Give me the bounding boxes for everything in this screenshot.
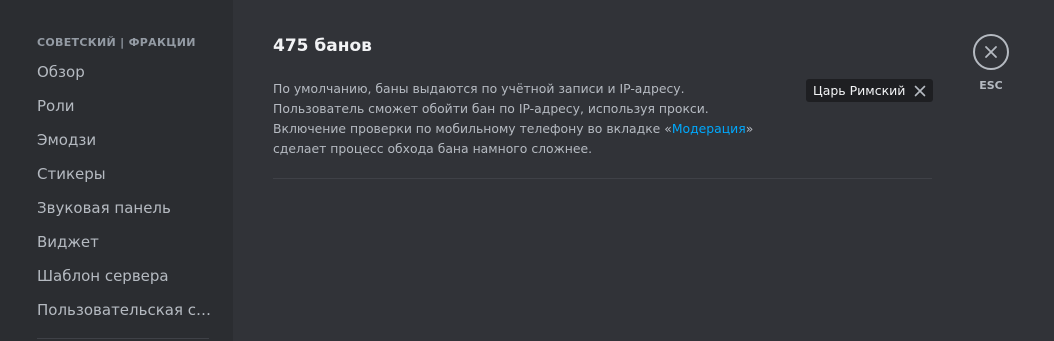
ban-tag-label: Царь Римский [813, 83, 906, 98]
sidebar-item-overview[interactable]: Обзор [29, 56, 213, 90]
sidebar-divider [37, 338, 209, 339]
server-settings-window: СОВЕТСКИЙ | ФРАКЦИИ Обзор Роли Эмодзи Ст… [0, 0, 1054, 341]
close-icon[interactable] [913, 84, 927, 98]
sidebar-item-widget[interactable]: Виджет [29, 226, 213, 260]
description-text-start: По умолчанию, баны выдаются по учётной з… [273, 81, 709, 136]
bans-description: По умолчанию, баны выдаются по учётной з… [273, 79, 773, 159]
sidebar-item-emoji[interactable]: Эмодзи [29, 124, 213, 158]
close-icon [984, 45, 998, 59]
sidebar-item-custom-link[interactable]: Пользовательская сс... [29, 294, 213, 328]
sidebar-item-stickers[interactable]: Стикеры [29, 158, 213, 192]
moderation-link[interactable]: Модерация [672, 121, 746, 136]
sidebar-list: Обзор Роли Эмодзи Стикеры Звуковая панел… [29, 56, 213, 328]
sidebar-header: СОВЕТСКИЙ | ФРАКЦИИ [37, 36, 196, 49]
settings-sidebar: СОВЕТСКИЙ | ФРАКЦИИ Обзор Роли Эмодзи Ст… [0, 0, 233, 341]
sidebar-item-soundboard[interactable]: Звуковая панель [29, 192, 213, 226]
ban-search-tag: Царь Римский [806, 79, 934, 102]
page-title: 475 банов [273, 36, 372, 56]
esc-label: ESC [979, 79, 1003, 92]
sidebar-item-roles[interactable]: Роли [29, 90, 213, 124]
content-divider [273, 178, 932, 179]
close-settings-button[interactable] [973, 34, 1009, 70]
close-area: ESC [973, 34, 1009, 92]
sidebar-item-server-template[interactable]: Шаблон сервера [29, 260, 213, 294]
